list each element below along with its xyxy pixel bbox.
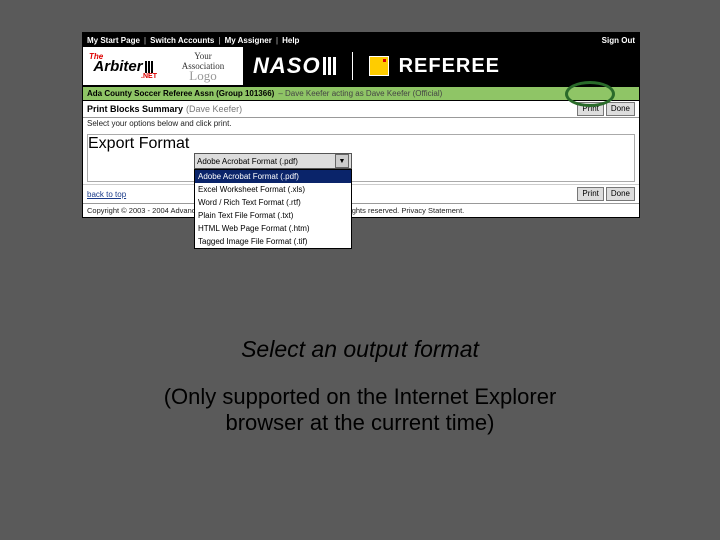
nav-help[interactable]: Help — [282, 36, 299, 45]
copyright-text: Copyright © 2003 - 2004 Advanced Busines… — [83, 203, 639, 217]
dropdown-option[interactable]: HTML Web Page Format (.htm) — [195, 222, 351, 235]
nav-my-start-page[interactable]: My Start Page — [87, 36, 140, 45]
caption-line-2: (Only supported on the Internet Explorer… — [0, 384, 720, 436]
page-title-row: Print Blocks Summary (Dave Keefer) Print… — [83, 101, 639, 118]
group-name: Ada County Soccer Referee Assn (Group 10… — [87, 89, 274, 98]
app-window: My Start Page | Switch Accounts | My Ass… — [82, 32, 640, 218]
sponsor-logos: NASO REFEREE — [243, 47, 639, 85]
page-title: Print Blocks Summary — [87, 104, 183, 114]
print-button-bottom[interactable]: Print — [577, 187, 603, 201]
dropdown-option[interactable]: Word / Rich Text Format (.rtf) — [195, 196, 351, 209]
back-to-top-link[interactable]: back to top — [87, 190, 126, 199]
print-button[interactable]: Print — [577, 102, 603, 116]
caption-line-1: Select an output format — [0, 336, 720, 363]
context-bar: Ada County Soccer Referee Assn (Group 10… — [83, 86, 639, 101]
instruction-text: Select your options below and click prin… — [83, 118, 639, 132]
referee-icon — [369, 56, 389, 76]
nav-sign-out[interactable]: Sign Out — [602, 36, 635, 45]
association-logo: Your Association Logo — [163, 47, 243, 85]
nav-switch-accounts[interactable]: Switch Accounts — [150, 36, 214, 45]
done-button-bottom[interactable]: Done — [606, 187, 635, 201]
dropdown-selected[interactable]: Adobe Acrobat Format (.pdf) ▼ — [194, 153, 352, 169]
export-format-fieldset: Export Format — [87, 134, 635, 182]
dropdown-option[interactable]: Tagged Image File Format (.tif) — [195, 235, 351, 248]
dropdown-option[interactable]: Adobe Acrobat Format (.pdf) — [195, 170, 351, 183]
top-nav: My Start Page | Switch Accounts | My Ass… — [83, 33, 639, 47]
logo-strip: The Arbiter .NET Your Association Logo N… — [83, 47, 639, 86]
arbiter-logo: The Arbiter .NET — [83, 47, 163, 85]
export-legend: Export Format — [88, 135, 189, 152]
dropdown-option[interactable]: Excel Worksheet Format (.xls) — [195, 183, 351, 196]
footer-row: back to top Print Done — [83, 184, 639, 203]
export-format-dropdown[interactable]: Adobe Acrobat Format (.pdf) ▼ Adobe Acro… — [194, 153, 352, 249]
acting-as: – Dave Keefer acting as Dave Keefer (Off… — [278, 89, 442, 98]
chevron-down-icon[interactable]: ▼ — [335, 154, 349, 168]
referee-logo: REFEREE — [399, 55, 500, 78]
dropdown-option[interactable]: Plain Text File Format (.txt) — [195, 209, 351, 222]
nav-my-assigner[interactable]: My Assigner — [225, 36, 272, 45]
dropdown-list: Adobe Acrobat Format (.pdf) Excel Worksh… — [194, 169, 352, 249]
done-button[interactable]: Done — [606, 102, 635, 116]
page-subtitle: (Dave Keefer) — [186, 104, 242, 114]
naso-logo: NASO — [253, 53, 336, 79]
